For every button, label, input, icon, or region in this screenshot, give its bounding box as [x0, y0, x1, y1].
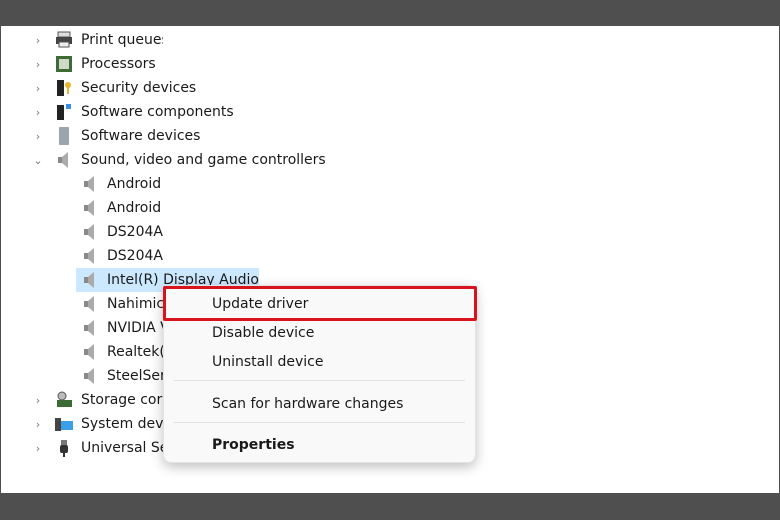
speaker-icon [81, 223, 99, 241]
item-label: Storage cor [81, 392, 163, 408]
item-label: Software devices [81, 128, 201, 144]
software-component-icon [55, 103, 73, 121]
chevron-right-icon[interactable]: › [33, 442, 43, 455]
chevron-right-icon[interactable]: › [33, 394, 43, 407]
category-item[interactable]: › Software devices [0, 124, 400, 148]
device-item[interactable]: Nahimic [76, 292, 163, 316]
speaker-icon [81, 295, 99, 313]
chevron-right-icon[interactable]: › [33, 58, 43, 71]
speaker-icon [81, 199, 99, 217]
menu-separator [174, 380, 465, 381]
item-label: System dev [81, 416, 163, 432]
device-item[interactable]: Android Bluedroid A2DP SNK [76, 172, 163, 196]
item-label: Universal Se [81, 440, 163, 456]
item-label: Security devices [81, 80, 197, 96]
system-device-icon [55, 415, 73, 433]
item-label: Realtek( [107, 344, 163, 360]
category-item[interactable]: › Software components [0, 100, 400, 124]
item-label: Nahimic [107, 296, 163, 312]
menu-item-scan-hardware[interactable]: Scan for hardware changes [164, 390, 475, 418]
device-item[interactable]: Realtek( [76, 340, 163, 364]
usb-icon [55, 439, 73, 457]
item-label: DS204A-WB Hands-Free [107, 248, 163, 264]
chevron-right-icon[interactable]: › [33, 34, 43, 47]
item-label: NVIDIA V [107, 320, 163, 336]
printer-icon [55, 31, 73, 49]
menu-item-properties[interactable]: Properties [164, 431, 475, 459]
highlight-box [163, 286, 477, 321]
speaker-icon [81, 343, 99, 361]
category-item[interactable]: › Processors [0, 52, 163, 76]
item-label: Android Bluedroid Hands-Free HF Audio [107, 200, 163, 216]
speaker-icon [55, 151, 73, 169]
menu-item-disable-device[interactable]: Disable device [164, 319, 475, 347]
device-item[interactable]: DS204A-WB [76, 220, 163, 244]
speaker-icon [81, 271, 99, 289]
category-item[interactable]: › Storage cor [0, 388, 163, 412]
category-item[interactable]: › Security devices [0, 76, 400, 100]
device-item[interactable]: SteelSer [76, 364, 163, 388]
processor-icon [55, 55, 73, 73]
software-device-icon [55, 127, 73, 145]
category-item[interactable]: ⌄ Sound, video and game controllers [0, 148, 400, 172]
speaker-icon [81, 175, 99, 193]
category-item[interactable]: › Print queues [0, 28, 163, 52]
category-item[interactable]: › System dev [0, 412, 163, 436]
device-item[interactable]: NVIDIA V [76, 316, 163, 340]
chevron-right-icon[interactable]: › [33, 106, 43, 119]
speaker-icon [81, 319, 99, 337]
chevron-right-icon[interactable]: › [33, 82, 43, 95]
speaker-icon [81, 247, 99, 265]
device-item[interactable]: Android Bluedroid Hands-Free HF Audio [76, 196, 163, 220]
item-label: DS204A-WB [107, 224, 163, 240]
item-label: SteelSer [107, 368, 163, 384]
storage-icon [55, 391, 73, 409]
device-item[interactable]: DS204A-WB Hands-Free [76, 244, 163, 268]
security-key-icon [55, 79, 73, 97]
menu-separator [174, 422, 465, 423]
chevron-right-icon[interactable]: › [33, 130, 43, 143]
item-label: Software components [81, 104, 234, 120]
item-label: Print queues [81, 32, 163, 48]
chevron-right-icon[interactable]: › [33, 418, 43, 431]
menu-item-uninstall-device[interactable]: Uninstall device [164, 348, 475, 376]
item-label: Android Bluedroid A2DP SNK [107, 176, 163, 192]
category-item[interactable]: › Universal Se [0, 436, 163, 460]
speaker-icon [81, 367, 99, 385]
item-label: Sound, video and game controllers [81, 152, 326, 168]
chevron-down-icon[interactable]: ⌄ [33, 154, 43, 167]
item-label: Processors [81, 56, 156, 72]
